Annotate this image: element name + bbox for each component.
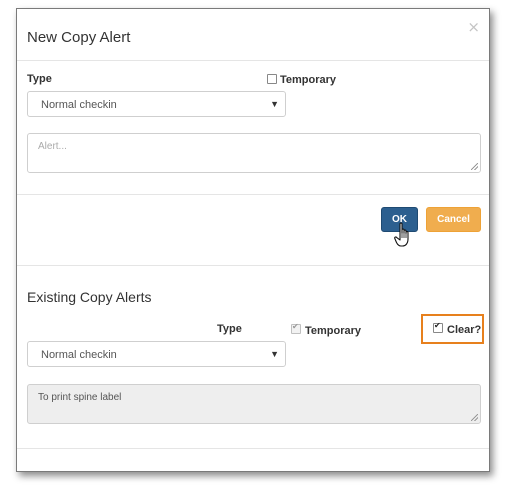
existing-temporary-label: Temporary: [305, 325, 362, 337]
section-divider: [17, 265, 489, 266]
existing-alert-text: To print spine label: [27, 384, 481, 424]
alert-text-input[interactable]: Alert...: [27, 133, 481, 173]
resize-grip-icon[interactable]: [471, 414, 478, 421]
footer-divider: [17, 448, 489, 449]
existing-alert-type-select[interactable]: Normal checkin ▼: [27, 341, 286, 367]
dropdown-arrow-icon: ▼: [270, 349, 279, 359]
existing-type-label: Type: [217, 323, 242, 335]
close-icon[interactable]: ×: [467, 20, 480, 35]
clear-checkbox[interactable]: [433, 321, 443, 333]
header-divider: [17, 60, 489, 61]
type-label: Type: [27, 73, 52, 85]
new-copy-alert-dialog: × New Copy Alert Type Temporary Normal c…: [16, 8, 490, 472]
existing-alerts-title: Existing Copy Alerts: [27, 289, 152, 305]
temporary-label: Temporary: [280, 74, 337, 86]
existing-temporary-checkbox: [291, 322, 301, 334]
dialog-title: New Copy Alert: [27, 29, 131, 46]
existing-alert-value: To print spine label: [38, 392, 122, 403]
body-divider: [17, 194, 489, 195]
existing-alert-type-value: Normal checkin: [41, 349, 117, 361]
resize-grip-icon[interactable]: [471, 163, 478, 170]
alert-placeholder: Alert...: [38, 141, 67, 152]
temporary-checkbox[interactable]: [267, 74, 277, 84]
hand-pointer-cursor-icon: [394, 222, 409, 247]
alert-type-select[interactable]: Normal checkin ▼: [27, 91, 286, 117]
alert-type-value: Normal checkin: [41, 99, 117, 111]
clear-label: Clear?: [447, 324, 482, 336]
cancel-button[interactable]: Cancel: [426, 207, 481, 232]
dropdown-arrow-icon: ▼: [270, 99, 279, 109]
